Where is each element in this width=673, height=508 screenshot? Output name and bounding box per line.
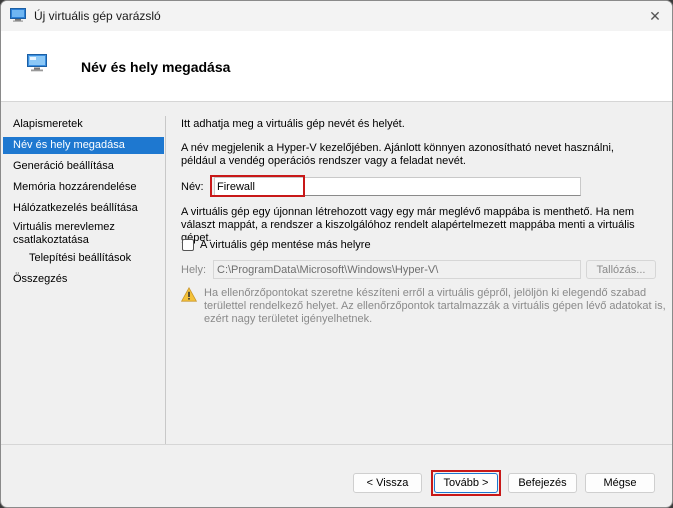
- nav-step-summary[interactable]: Összegzés: [3, 271, 164, 288]
- close-button[interactable]: ✕: [644, 5, 666, 27]
- wizard-window: Új virtuális gép varázsló ✕ Név és hely …: [0, 0, 673, 508]
- nav-step-basics[interactable]: Alapismeretek: [3, 116, 164, 133]
- window-title: Új virtuális gép varázsló: [34, 9, 161, 23]
- location-label: Hely:: [181, 264, 207, 276]
- description-text: A név megjelenik a Hyper-V kezelőjében. …: [181, 142, 614, 167]
- virtual-machine-icon: [27, 54, 47, 72]
- save-elsewhere-label[interactable]: A virtuális gép mentése más helyre: [200, 239, 371, 252]
- nav-step-virtual-disk[interactable]: Virtuális merevlemez csatlakoztatása: [3, 219, 143, 249]
- browse-button: Tallózás...: [586, 260, 656, 279]
- intro-text: Itt adhatja meg a virtuális gép nevét és…: [181, 118, 405, 130]
- page-header: Név és hely megadása: [1, 31, 672, 102]
- close-icon: ✕: [649, 7, 661, 24]
- name-label: Név:: [181, 181, 204, 193]
- warning-icon: [181, 287, 197, 302]
- page-title: Név és hely megadása: [81, 59, 231, 75]
- finish-button[interactable]: Befejezés: [508, 473, 577, 493]
- save-elsewhere-checkbox[interactable]: [182, 239, 194, 251]
- cancel-button[interactable]: Mégse: [585, 473, 655, 493]
- name-highlight-box: [210, 175, 305, 197]
- footer-divider: [1, 444, 672, 445]
- nav-step-memory[interactable]: Memória hozzárendelése: [3, 179, 164, 196]
- hyper-v-app-icon: [10, 8, 26, 22]
- back-button[interactable]: < Vissza: [353, 473, 422, 493]
- nav-step-generation[interactable]: Generáció beállítása: [3, 158, 164, 175]
- nav-step-name-location[interactable]: Név és hely megadása: [3, 137, 164, 154]
- next-highlight-box: [431, 470, 501, 496]
- wizard-steps-nav: Alapismeretek Név és hely megadása Gener…: [1, 102, 166, 445]
- nav-step-install-options[interactable]: Telepítési beállítások: [3, 250, 164, 267]
- main-content: Itt adhatja meg a virtuális gép nevét és…: [181, 102, 671, 442]
- title-bar[interactable]: Új virtuális gép varázsló ✕: [1, 1, 672, 31]
- nav-divider: [165, 116, 166, 444]
- location-input: [213, 260, 581, 279]
- nav-step-networking[interactable]: Hálózatkezelés beállítása: [3, 200, 164, 217]
- checkpoint-warning-text: Ha ellenőrzőpontokat szeretne készíteni …: [204, 287, 666, 325]
